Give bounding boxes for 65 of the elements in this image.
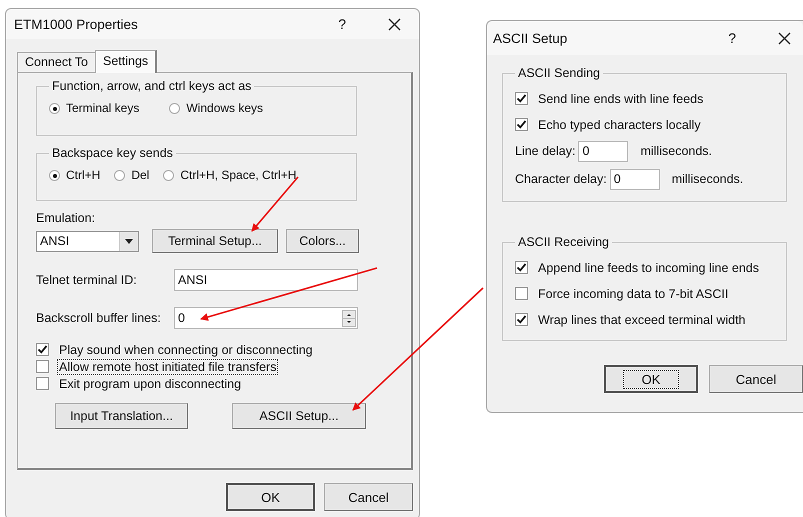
spin-field[interactable]: 0 <box>174 307 358 329</box>
checkbox[interactable] <box>515 287 528 300</box>
checkbox[interactable] <box>36 377 49 390</box>
unit-label: milliseconds. <box>640 144 712 158</box>
close-icon[interactable] <box>388 18 401 30</box>
dialog-button[interactable]: Terminal Setup... <box>152 229 278 253</box>
close-icon[interactable] <box>778 32 791 44</box>
option-label[interactable]: Send line ends with line feeds <box>536 90 706 106</box>
radio-button[interactable] <box>49 170 60 180</box>
checkbox[interactable] <box>515 261 528 274</box>
emulation-dropdown[interactable]: ANSI <box>36 230 139 252</box>
option-label[interactable]: Wrap lines that exceed terminal width <box>536 312 748 328</box>
dialog-button[interactable]: Input Translation... <box>55 403 188 429</box>
option-label[interactable]: Terminal keys <box>66 101 140 115</box>
unit-label: milliseconds. <box>672 172 744 186</box>
tab[interactable]: Connect To <box>17 52 96 72</box>
radio-button[interactable] <box>169 102 180 114</box>
checkmark-icon <box>516 93 527 104</box>
checkbox[interactable] <box>515 118 528 131</box>
input-field[interactable]: 0 <box>578 140 628 162</box>
option-label[interactable]: Allow remote host initiated file transfers <box>57 358 278 374</box>
group-title: Backspace key sends <box>51 146 174 160</box>
window-title: ASCII Setup <box>493 30 568 46</box>
dialog-button[interactable]: ASCII Setup... <box>232 403 366 429</box>
dialog-button[interactable]: Cancel <box>709 365 803 393</box>
dropdown-arrow-icon <box>125 238 133 244</box>
option-label[interactable]: Exit program upon disconnecting <box>57 376 244 392</box>
checkbox[interactable] <box>515 313 528 326</box>
group-title: ASCII Receiving <box>517 235 610 249</box>
field-label: Emulation: <box>36 211 96 225</box>
window-title: ETM1000 Properties <box>14 16 139 32</box>
dialog-button[interactable]: Cancel <box>324 483 413 511</box>
option-label[interactable]: Ctrl+H <box>66 168 100 182</box>
option-label[interactable]: Play sound when connecting or disconnecting <box>57 342 315 358</box>
input-field[interactable]: ANSI <box>174 269 358 291</box>
field-label: Line delay: <box>515 144 576 158</box>
checkbox[interactable] <box>36 343 49 356</box>
field-label: Backscroll buffer lines: <box>36 311 162 325</box>
checkmark-icon <box>516 119 527 130</box>
tab[interactable]: Settings <box>95 50 158 73</box>
option-label[interactable]: Echo typed characters locally <box>536 116 703 132</box>
group-title: ASCII Sending <box>517 66 601 80</box>
checkmark-icon <box>37 344 48 355</box>
dialog-button[interactable]: OK <box>604 365 698 393</box>
option-label[interactable]: Force incoming data to 7-bit ASCII <box>536 286 730 302</box>
group-title: Function, arrow, and ctrl keys act as <box>51 79 252 93</box>
field-label: Character delay: <box>515 172 607 186</box>
radio-button[interactable] <box>163 170 174 180</box>
checkmark-icon <box>516 262 527 273</box>
option-label[interactable]: Append line feeds to incoming line ends <box>536 260 761 276</box>
radio-button[interactable] <box>114 170 126 180</box>
spinner-arrows-icon[interactable] <box>342 310 356 326</box>
help-button[interactable]: ? <box>728 30 736 46</box>
checkmark-icon <box>516 314 527 325</box>
checkbox[interactable] <box>515 92 528 105</box>
checkbox[interactable] <box>36 360 49 373</box>
input-field[interactable]: 0 <box>610 168 660 190</box>
help-button[interactable]: ? <box>338 16 346 32</box>
radio-button[interactable] <box>49 102 60 114</box>
field-label: Telnet terminal ID: <box>36 273 138 287</box>
option-label[interactable]: Ctrl+H, Space, Ctrl+H <box>180 168 296 182</box>
dialog-button[interactable]: OK <box>226 483 315 511</box>
option-label[interactable]: Del <box>131 168 150 182</box>
dialog-button[interactable]: Colors... <box>286 229 359 253</box>
option-label[interactable]: Windows keys <box>186 101 264 115</box>
